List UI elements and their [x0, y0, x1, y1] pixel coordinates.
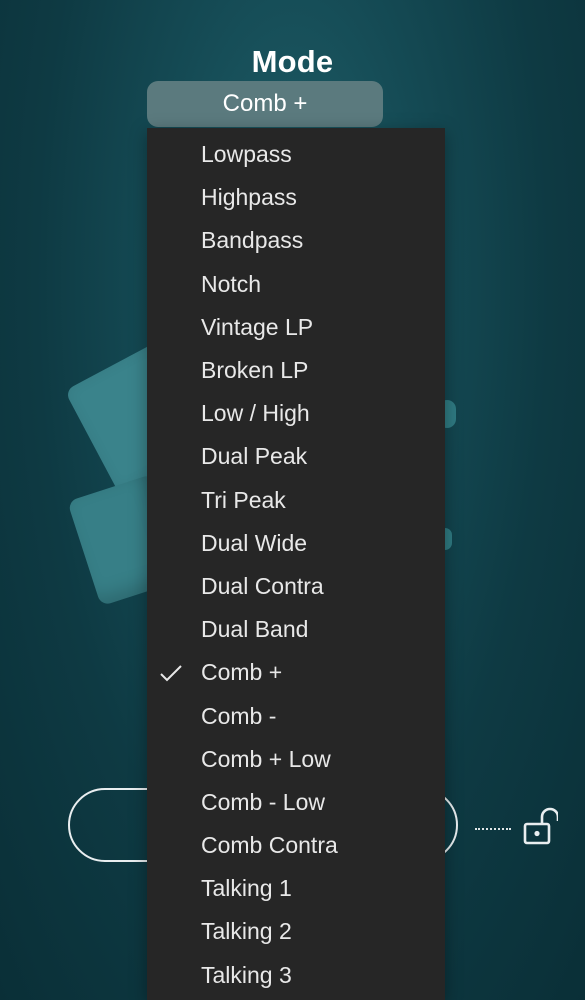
menu-item-label: Vintage LP [201, 313, 314, 340]
menu-item[interactable]: Dual Wide [147, 522, 445, 565]
mode-dropdown-menu: Lowpass Highpass Bandpass Notch Vintage LP Br… [147, 128, 445, 1000]
dotted-connector [475, 818, 511, 830]
menu-item-label: Broken LP [201, 357, 309, 384]
menu-item[interactable]: Talking 3 [147, 954, 445, 997]
menu-item[interactable]: Low / High [147, 392, 445, 435]
menu-item[interactable]: Dual Peak [147, 435, 445, 478]
menu-item-label: Highpass [201, 184, 297, 211]
mode-select-value: Comb + [222, 90, 308, 117]
mode-select-button[interactable]: Comb + [147, 81, 383, 127]
unlocked-padlock-icon[interactable] [522, 806, 560, 846]
menu-item[interactable]: Highpass [147, 176, 445, 219]
menu-item-label: Talking 3 [201, 961, 292, 988]
menu-item[interactable]: Vintage LP [147, 306, 445, 349]
menu-item-label: Comb + [201, 659, 283, 686]
menu-item-label: Comb + Low [201, 745, 331, 772]
menu-item-label: Notch [201, 270, 262, 297]
menu-item-label: Comb Contra [201, 832, 338, 859]
menu-item[interactable]: Comb + Low [147, 738, 445, 781]
menu-item[interactable]: Broken LP [147, 349, 445, 392]
menu-item[interactable]: Tri Peak [147, 479, 445, 522]
menu-item-label: Lowpass [201, 141, 292, 168]
menu-item-label: Dual Peak [201, 443, 308, 470]
menu-item[interactable]: Bandpass [147, 219, 445, 262]
menu-item-label: Dual Contra [201, 572, 324, 599]
menu-item-label: Talking 2 [201, 918, 292, 945]
menu-item-label: Low / High [201, 400, 310, 427]
menu-item[interactable]: Comb Contra [147, 824, 445, 867]
menu-item[interactable]: Comb - [147, 694, 445, 737]
menu-item-label: Comb - Low [201, 788, 325, 815]
menu-item[interactable]: Dual Band [147, 608, 445, 651]
menu-item-label: Comb - [201, 702, 277, 729]
menu-item-label: Dual Wide [201, 529, 308, 556]
menu-item[interactable]: Talking 2 [147, 910, 445, 953]
menu-item[interactable]: Lowpass [147, 133, 445, 176]
menu-item[interactable]: Dual Contra [147, 565, 445, 608]
menu-item-label: Tri Peak [201, 486, 286, 513]
menu-item-label: Bandpass [201, 227, 304, 254]
menu-item[interactable]: Talking 1 [147, 867, 445, 910]
mode-title: Mode [251, 44, 334, 79]
menu-item[interactable]: Comb + [147, 651, 445, 694]
menu-item-label: Talking 1 [201, 875, 292, 902]
checkmark-icon [160, 665, 182, 682]
menu-item-label: Dual Band [201, 616, 309, 643]
menu-item[interactable]: Comb - Low [147, 781, 445, 824]
menu-item[interactable]: Notch [147, 263, 445, 306]
